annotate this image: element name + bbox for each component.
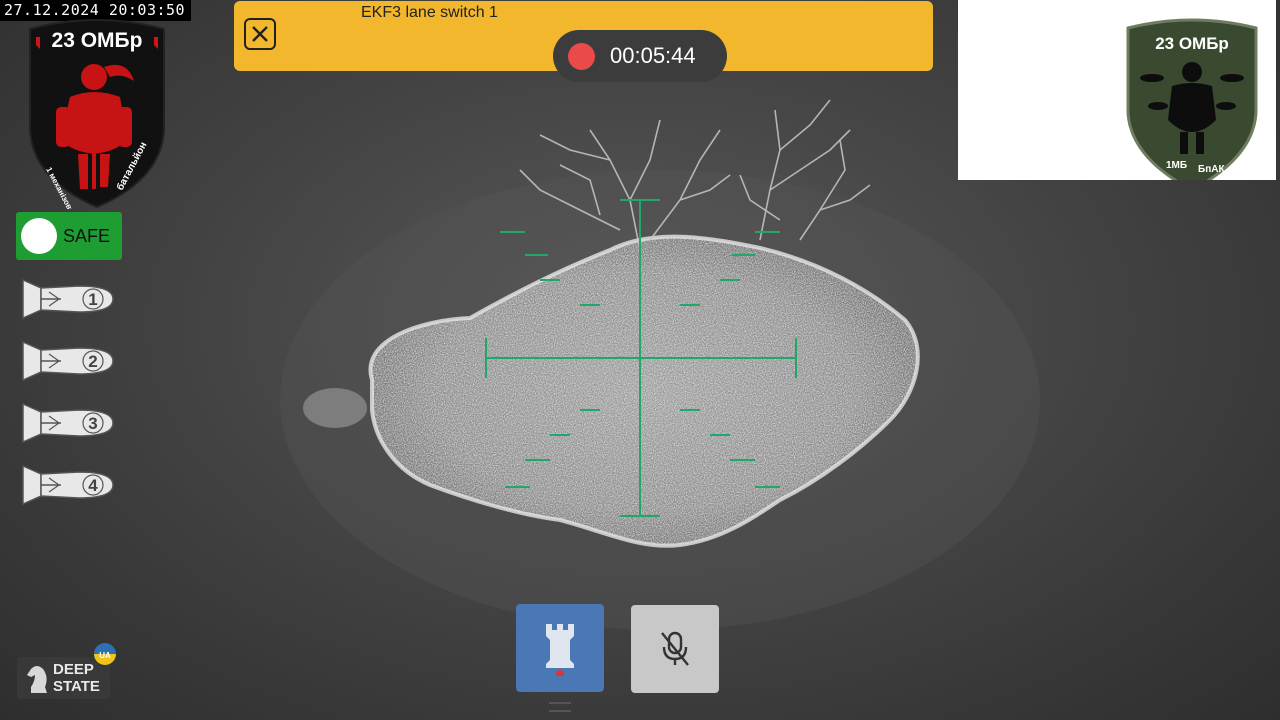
banner-title: EKF3 lane switch 1 — [361, 4, 498, 21]
toggle-knob — [21, 218, 57, 254]
bomb-icon: 3 — [22, 402, 114, 444]
patch-left-title: 23 ОМБр — [52, 29, 143, 52]
tower-button[interactable] — [516, 604, 604, 692]
safe-toggle[interactable]: SAFE — [16, 212, 122, 260]
munition-number: 1 — [88, 290, 97, 309]
timestamp: 27.12.2024 20:03:50 — [0, 0, 192, 21]
munition-button-1[interactable]: 1 — [19, 274, 117, 324]
munition-button-2[interactable]: 2 — [19, 336, 117, 386]
brigade-patch-left: 23 ОМБр 1 механізований батальйон — [22, 19, 172, 228]
munition-button-4[interactable]: 4 — [19, 460, 117, 510]
munition-number: 4 — [88, 476, 98, 495]
deepstate-watermark: DEEP STATE — [17, 657, 110, 699]
watermark-line1: DEEP — [53, 661, 94, 678]
munition-number: 2 — [88, 352, 97, 371]
bomb-icon: 1 — [22, 278, 114, 320]
patch-right-lower-right: БпАК — [1198, 164, 1225, 175]
unit-insignia-panel: 23 ОМБр 1МБ БпАК — [958, 0, 1276, 192]
record-dot-icon — [568, 42, 595, 70]
recording-time: 00:05:44 — [610, 43, 696, 68]
brigade-patch-right: 23 ОМБр 1МБ БпАК — [1126, 18, 1258, 192]
close-banner-button[interactable] — [244, 18, 276, 50]
tower-icon — [546, 624, 574, 676]
patch-right-lower-left: 1МБ — [1166, 160, 1187, 171]
flag-text: UA — [99, 651, 111, 660]
recording-indicator[interactable]: 00:05:44 — [553, 30, 727, 82]
bomb-icon: 4 — [22, 464, 114, 506]
bomb-icon: 2 — [22, 340, 114, 382]
drag-handle[interactable] — [549, 702, 571, 712]
close-icon — [252, 26, 268, 42]
ukraine-flag-icon: UA — [94, 643, 116, 665]
safe-label: SAFE — [63, 226, 111, 246]
mute-mic-button[interactable] — [631, 605, 719, 693]
mic-muted-icon — [661, 631, 689, 666]
chess-knight-icon — [27, 666, 47, 693]
patch-right-title: 23 ОМБр — [1155, 34, 1229, 53]
munition-number: 3 — [88, 414, 97, 433]
watermark-line2: STATE — [53, 678, 100, 695]
munition-button-3[interactable]: 3 — [19, 398, 117, 448]
